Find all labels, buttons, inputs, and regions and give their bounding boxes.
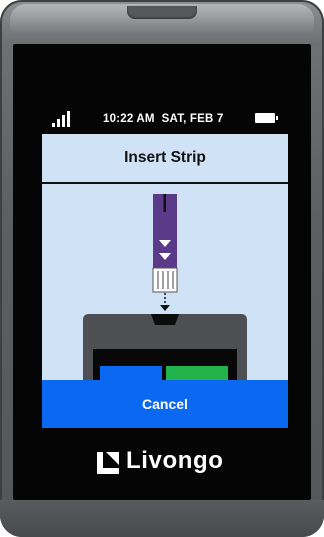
screen-title: Insert Strip xyxy=(42,134,288,184)
strip-top-mark xyxy=(163,194,166,212)
battery-icon xyxy=(255,113,278,123)
brand-logo: Livongo xyxy=(97,446,237,480)
strip-port xyxy=(151,314,179,325)
status-datetime: 10:22 AM SAT, FEB 7 xyxy=(103,113,224,125)
device-bottom-edge xyxy=(0,500,324,537)
insert-arrow-icon xyxy=(160,305,170,311)
glucose-meter-device: 10:22 AM SAT, FEB 7 Insert Strip Cancel … xyxy=(0,0,324,537)
cancel-button[interactable]: Cancel xyxy=(42,380,288,428)
brand-name: Livongo xyxy=(126,447,224,474)
status-bar: 10:22 AM SAT, FEB 7 xyxy=(42,104,288,134)
device-top-tab xyxy=(127,6,197,19)
livongo-logo-icon xyxy=(97,452,119,474)
signal-bars-icon xyxy=(52,111,72,127)
meter-green-button xyxy=(166,366,228,380)
main-screen: Insert Strip xyxy=(42,134,288,380)
meter-blue-button xyxy=(100,366,162,380)
status-time: 10:22 AM xyxy=(103,113,155,125)
status-date: SAT, FEB 7 xyxy=(161,113,224,125)
